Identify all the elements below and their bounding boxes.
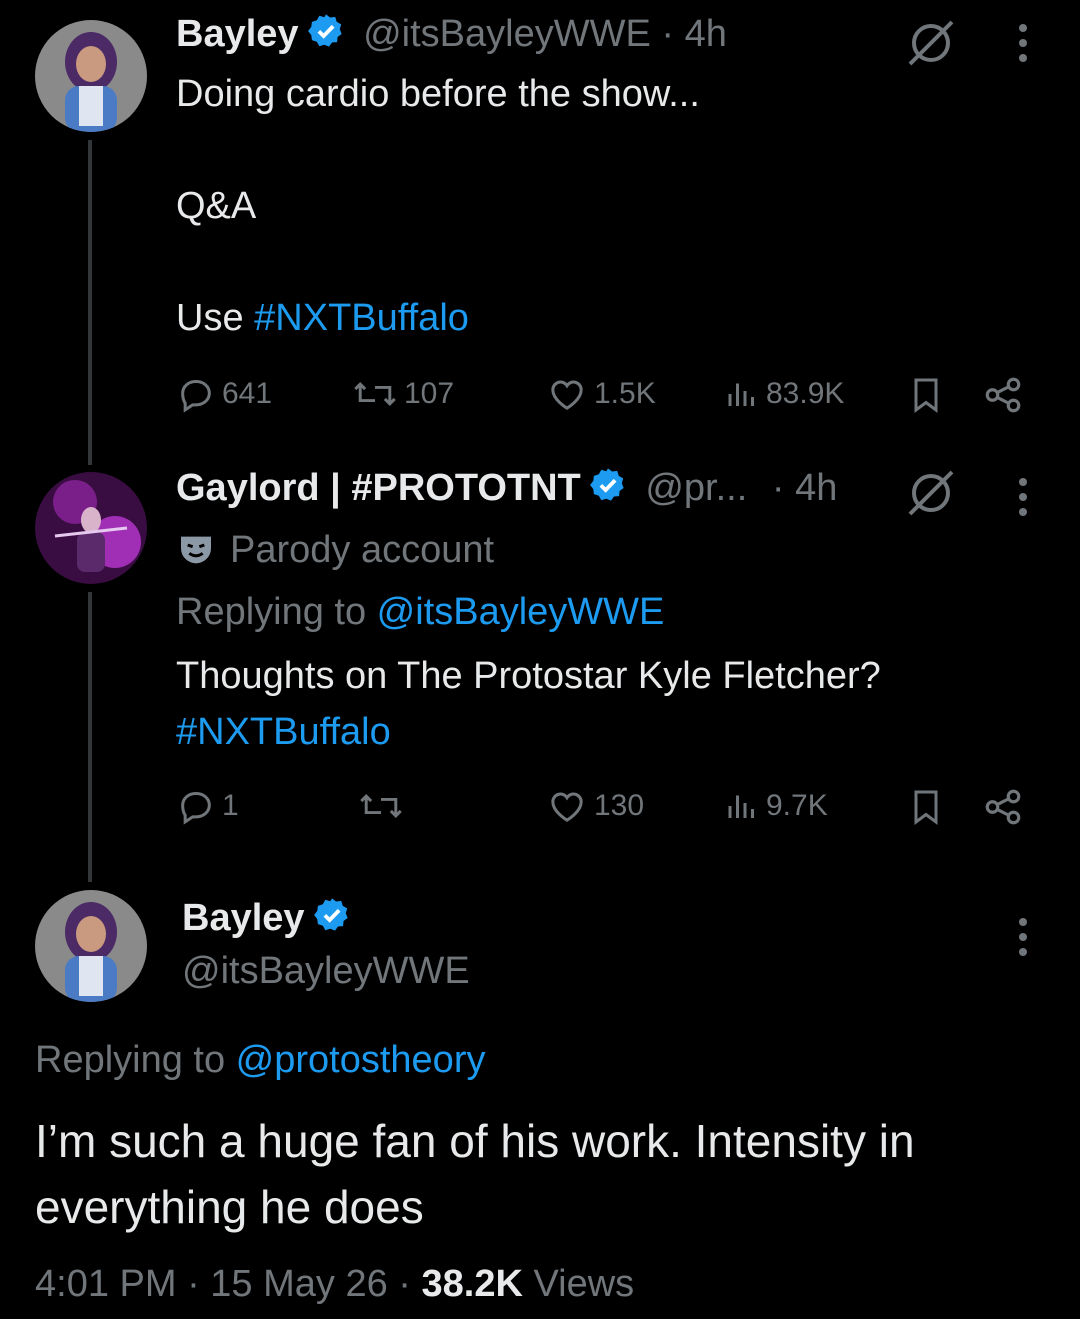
tweet-meta: 4:01 PM · 15 May 26 · 38.2K Views — [35, 1256, 634, 1312]
author-name[interactable]: Gaylord | #PROTOTNT — [176, 467, 581, 509]
reply-button[interactable]: 641 — [176, 374, 272, 414]
share-button[interactable] — [982, 374, 1024, 416]
tweet-text-line: Doing cardio before the show... — [176, 73, 700, 115]
repost-button[interactable]: 107 — [352, 374, 454, 414]
parody-mask-icon — [181, 536, 211, 564]
like-icon — [551, 792, 583, 822]
author-name[interactable]: Bayley — [176, 13, 299, 55]
author-handle[interactable]: @pr... — [645, 467, 747, 509]
like-button[interactable]: 1.5K — [546, 374, 656, 414]
grok-icon[interactable] — [904, 16, 958, 75]
share-icon — [985, 789, 1021, 825]
author-name[interactable]: Bayley — [182, 897, 305, 939]
avatar[interactable] — [35, 890, 147, 1002]
tweet-text-line: Use — [176, 297, 255, 339]
grok-icon[interactable] — [904, 466, 958, 525]
tweet-text-line: I’m such a huge fan of his work. Intensi… — [35, 1115, 915, 1167]
reply-icon — [181, 791, 211, 825]
verified-badge-icon — [313, 896, 351, 944]
bookmark-icon — [914, 378, 938, 413]
like-button[interactable]: 130 — [546, 786, 644, 826]
tweet-text-line: Thoughts on The Protostar Kyle Fletcher? — [176, 655, 881, 697]
views-icon — [728, 795, 754, 818]
repost-button[interactable] — [358, 786, 410, 826]
replying-to-handle[interactable]: @itsBayleyWWE — [377, 591, 665, 633]
views-count: 9.7K — [766, 789, 828, 822]
more-icon[interactable] — [1018, 478, 1028, 523]
views-button[interactable]: 9.7K — [724, 786, 828, 826]
tweet-time[interactable]: · 4h — [661, 13, 726, 55]
views-icon — [728, 383, 754, 406]
thread-line — [88, 140, 92, 465]
more-icon[interactable] — [1018, 24, 1028, 69]
thread-line — [88, 592, 92, 882]
reply-count: 641 — [222, 377, 273, 410]
share-button[interactable] — [982, 786, 1024, 828]
author-handle[interactable]: @itsBayleyWWE — [363, 13, 651, 55]
reply-count: 1 — [222, 789, 239, 822]
reply-icon — [181, 379, 211, 413]
bookmark-icon — [914, 790, 938, 825]
tweet-timestamp[interactable]: 4:01 PM · 15 May 26 · — [35, 1263, 422, 1305]
verified-badge-icon — [589, 466, 627, 514]
replying-to-label: Replying to — [35, 1039, 236, 1081]
views-count: 38.2K — [421, 1263, 523, 1305]
hashtag-link[interactable]: #NXTBuffalo — [254, 297, 469, 339]
hashtag-link[interactable]: #NXTBuffalo — [176, 704, 391, 760]
repost-icon — [360, 794, 402, 818]
more-icon[interactable] — [1018, 918, 1028, 963]
bookmark-button[interactable] — [906, 374, 946, 416]
views-count: 83.9K — [766, 377, 845, 410]
tweet-time[interactable]: · 4h — [772, 467, 837, 509]
bookmark-button[interactable] — [906, 786, 946, 828]
avatar[interactable] — [35, 20, 147, 132]
reply-button[interactable]: 1 — [176, 786, 239, 826]
tweet-text-line: Q&A — [176, 185, 257, 227]
verified-badge-icon — [307, 12, 345, 60]
parody-label: Parody account — [176, 522, 494, 578]
like-count: 130 — [594, 789, 645, 822]
tweet-text-line: everything he does — [35, 1181, 424, 1233]
repost-count: 107 — [404, 377, 455, 410]
views-label: Views — [522, 1263, 635, 1305]
repost-icon — [354, 382, 396, 406]
share-icon — [985, 377, 1021, 413]
avatar[interactable] — [35, 472, 147, 584]
like-count: 1.5K — [594, 377, 656, 410]
replying-to-handle[interactable]: @protostheory — [236, 1039, 486, 1081]
replying-to-label: Replying to — [176, 591, 377, 633]
like-icon — [551, 380, 583, 410]
views-button[interactable]: 83.9K — [724, 374, 844, 414]
author-handle[interactable]: @itsBayleyWWE — [182, 950, 470, 993]
